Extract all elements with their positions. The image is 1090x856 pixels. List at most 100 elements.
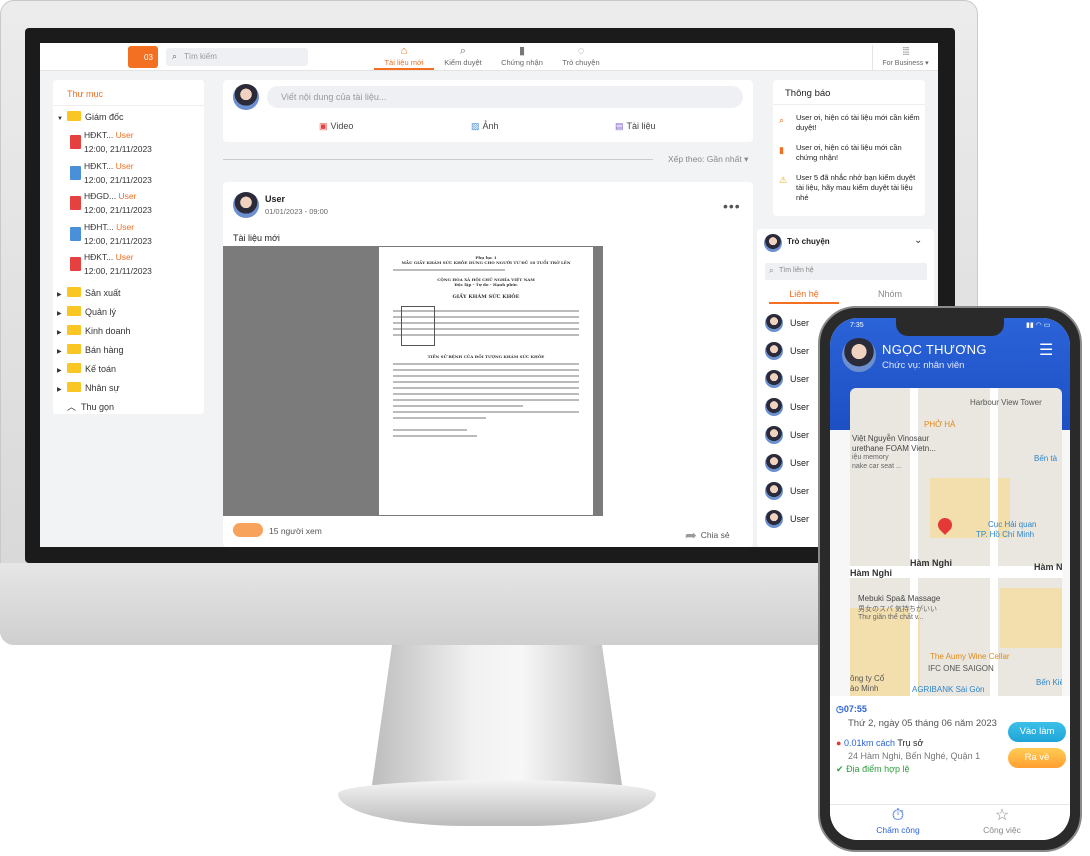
phone-bottom-nav: ⏱ Chấm công ☆ Công việc — [830, 804, 1070, 840]
app-logo[interactable]: 03 — [128, 46, 158, 68]
map-label: Bến tà — [1034, 454, 1058, 463]
folder-icon — [67, 287, 81, 297]
stopwatch-icon: ⏱ — [891, 807, 905, 824]
map-label: Harbour View Tower — [970, 398, 1042, 407]
tab-review[interactable]: ⌕ Kiểm duyệt — [433, 44, 493, 70]
document-button[interactable]: ▤ Tài liệu — [615, 121, 656, 132]
composer-placeholder: Viết nội dung của tài liệu... — [281, 92, 387, 102]
doc-line: MẪU GIẤY KHÁM SỨC KHỎE DÙNG CHO NGƯỜI TỪ… — [401, 260, 571, 265]
file-time: 12:00, 21/11/2023 — [84, 175, 152, 185]
tab-certify[interactable]: ▮ Chứng nhận — [492, 44, 552, 70]
for-business-menu[interactable]: ⁞⁞⁞ For Business ▾ — [872, 45, 938, 71]
file-item[interactable]: HĐKT... User 12:00, 21/11/2023 — [70, 128, 220, 158]
photo-box — [401, 306, 435, 346]
avatar — [765, 510, 783, 528]
folder-item-nhan-su[interactable]: ▶ Nhân sự — [57, 380, 120, 396]
location-valid: ✔ Địa điểm hợp lệ — [836, 764, 910, 775]
file-item[interactable]: HĐHT... User 12:00, 21/11/2023 — [70, 220, 220, 250]
avatar — [765, 454, 783, 472]
tab-new-documents[interactable]: ⌂ Tài liệu mới — [374, 44, 434, 70]
pin-icon: ● — [836, 738, 842, 748]
more-options-icon[interactable]: ••• — [723, 198, 741, 214]
file-user: User — [118, 191, 137, 201]
file-time: 12:00, 21/11/2023 — [84, 266, 152, 276]
document-preview[interactable]: Phụ lục 1 MẪU GIẤY KHÁM SỨC KHỎE DÙNG CH… — [223, 246, 603, 516]
phone-screen: 7:35 ▮▮ ◠ ▭ NGỌC THƯƠNG Chức vụ: nhân vi… — [830, 318, 1070, 840]
clock-icon: ◷ — [836, 704, 844, 714]
map-label: Bến Kiế — [1036, 678, 1062, 687]
map-label: Hàm N — [1034, 562, 1062, 572]
check-in-button[interactable]: Vào làm — [1008, 722, 1066, 742]
file-user: User — [115, 130, 134, 140]
folder-item-giam-doc[interactable]: ▼ Giám đốc — [57, 109, 124, 125]
tab-contacts[interactable]: Liên hệ — [769, 289, 839, 304]
hamburger-menu-icon[interactable]: ☰ — [1039, 340, 1053, 360]
map-label: TP. Hồ Chí Minh — [976, 530, 1035, 539]
folder-icon — [67, 111, 81, 121]
composer-input[interactable]: Viết nội dung của tài liệu... — [267, 86, 743, 108]
file-item[interactable]: HĐGD... User 12:00, 21/11/2023 — [70, 189, 220, 219]
file-item[interactable]: HĐKT... User 12:00, 21/11/2023 — [70, 250, 220, 280]
sort-dropdown[interactable]: Xếp theo: Gần nhất ▾ — [668, 154, 748, 165]
file-time: 12:00, 21/11/2023 — [84, 205, 152, 215]
chevron-up-icon: ︿ — [67, 402, 77, 412]
chevron-down-icon[interactable]: ⌄ — [914, 235, 922, 246]
map-label: IFC ONE SAIGON — [928, 664, 994, 673]
map-label: Hàm Nghi — [850, 568, 893, 578]
map-label: AGRIBANK Sài Gòn — [912, 685, 985, 694]
file-user: User — [116, 222, 135, 232]
post-composer: Viết nội dung của tài liệu... ▣ Video ▨ Ản… — [223, 80, 753, 142]
folder-panel: Thư mục ▼ Giám đốc HĐKT... User 12:00, 21… — [53, 80, 204, 414]
map-road — [990, 388, 998, 696]
post-date: 01/01/2023 - 09:00 — [265, 207, 328, 216]
viewer-count-label: 15 người xem — [269, 526, 322, 536]
search-placeholder: Tìm kiếm — [184, 52, 217, 61]
share-label: Chia sẻ — [700, 530, 730, 540]
tab-groups[interactable]: Nhóm — [855, 289, 925, 304]
contact-name: User — [790, 514, 810, 524]
file-name: HĐGD... — [84, 191, 117, 201]
file-time: 12:00, 21/11/2023 — [84, 144, 152, 154]
contact-name: User — [790, 402, 810, 412]
office-address: 24 Hàm Nghi, Bến Nghé, Quận 1 — [848, 751, 981, 761]
collapse-button[interactable]: ︿ Thu gọn — [67, 399, 114, 415]
check-out-button[interactable]: Ra về — [1008, 748, 1066, 768]
map-label: Cục Hải quan — [988, 520, 1037, 529]
nav-timekeeping[interactable]: ⏱ Chấm công — [858, 807, 938, 835]
monitor-base — [338, 780, 656, 826]
file-name: HĐKT... — [84, 252, 114, 262]
share-button[interactable]: ➦ Chia sẻ — [685, 527, 730, 544]
post-author[interactable]: User — [265, 194, 285, 204]
contact-name: User — [790, 318, 810, 328]
folder-item-kinh-doanh[interactable]: ▶ Kinh doanh — [57, 323, 131, 339]
file-user: User — [115, 252, 134, 262]
search-icon: ⌕ — [769, 266, 774, 275]
image-button[interactable]: ▨ Ảnh — [471, 121, 499, 132]
folder-label: Giám đốc — [85, 112, 124, 122]
map-label: iệu memory — [852, 454, 889, 461]
chevron-right-icon: ▶ — [57, 387, 62, 393]
home-icon: ⌂ — [400, 45, 408, 57]
video-button[interactable]: ▣ Video — [319, 121, 353, 132]
search-input[interactable]: ⌕ Tìm kiếm — [166, 48, 308, 66]
location-map[interactable]: Harbour View Tower PHỞ HÀ Việt Nguyễn Vi… — [850, 388, 1062, 696]
tab-label: Chứng nhận — [501, 58, 543, 67]
contact-name: User — [790, 430, 810, 440]
distance-info: ● 0.01km cách Trụ sở — [836, 738, 923, 748]
folder-item-quan-ly[interactable]: ▶ Quản lý — [57, 304, 116, 320]
file-item[interactable]: HĐKT... User 12:00, 21/11/2023 — [70, 159, 220, 189]
contact-search-input[interactable]: ⌕ Tìm liên hệ — [765, 263, 927, 280]
status-time: 7:35 — [850, 322, 864, 329]
nav-work[interactable]: ☆ Công việc — [962, 807, 1042, 835]
avatar — [765, 342, 783, 360]
tab-label: Trò chuyện — [562, 58, 600, 67]
folder-item-san-xuat[interactable]: ▶ Sản xuất — [57, 285, 121, 301]
tab-chat[interactable]: ◌ Trò chuyện — [551, 44, 611, 70]
clock-value: 07:55 — [843, 704, 867, 714]
folder-item-ke-toan[interactable]: ▶ Kế toán — [57, 361, 116, 377]
folder-item-ban-hang[interactable]: ▶ Bán hàng — [57, 342, 124, 358]
employee-name: NGỌC THƯƠNG — [882, 342, 987, 357]
viewer-count[interactable]: 15 người xem — [233, 523, 322, 537]
avatar — [765, 426, 783, 444]
folder-icon — [67, 325, 81, 335]
